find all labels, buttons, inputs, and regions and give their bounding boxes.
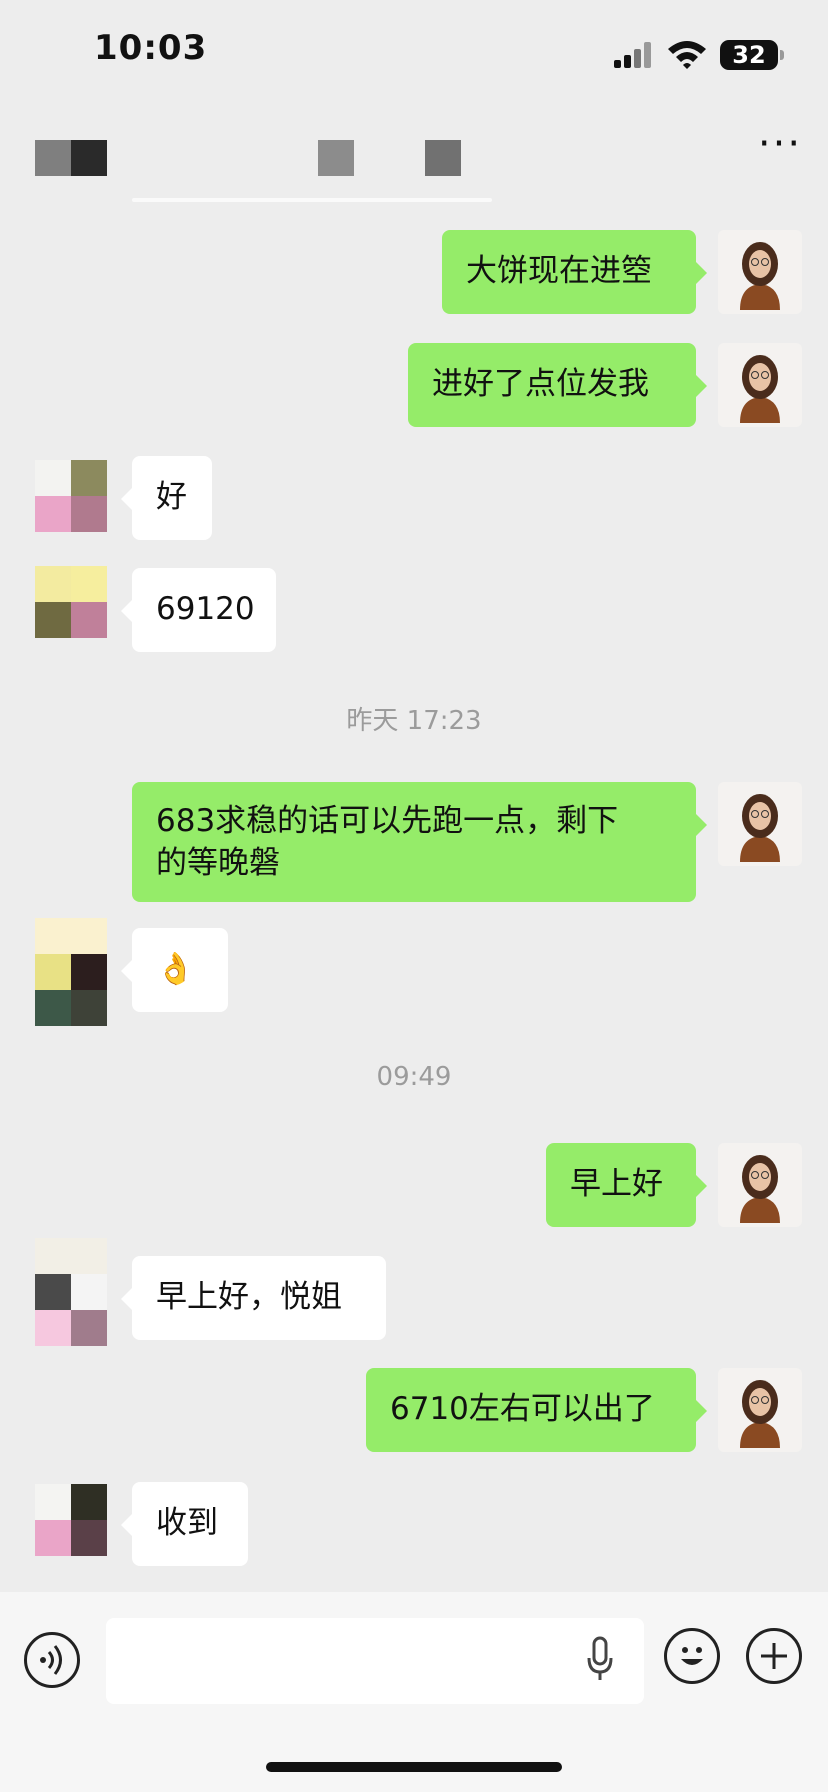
contact-message-bubble[interactable]: 早上好，悦姐 [121,1256,386,1340]
contact-avatar[interactable] [35,1484,107,1556]
more-actions-button[interactable] [746,1628,802,1684]
my-message-bubble[interactable]: 早上好 [546,1143,707,1227]
emoji-button[interactable] [664,1628,720,1684]
status-time: 10:03 [94,28,208,68]
home-indicator[interactable] [266,1762,562,1772]
timestamp: 昨天 17:23 [346,706,482,736]
my-message-bubble[interactable]: 683求稳的话可以先跑一点，剩下 的等晚磐 [132,782,707,902]
signal-icon [614,42,654,68]
my-avatar[interactable] [718,782,802,866]
message-input[interactable] [106,1618,644,1704]
battery-indicator: 32 [720,40,784,70]
chat-title-censored[interactable] [35,140,465,180]
my-message-bubble[interactable]: 6710左右可以出了 [366,1368,707,1452]
wifi-icon [668,41,706,69]
my-avatar[interactable] [718,230,802,314]
my-avatar[interactable] [718,1143,802,1227]
my-avatar[interactable] [718,1368,802,1452]
contact-message-bubble[interactable]: 69120 [121,568,276,652]
microphone-icon[interactable] [586,1636,614,1682]
header-divider [132,198,492,202]
contact-avatar[interactable] [35,918,107,1026]
my-avatar[interactable] [718,343,802,427]
contact-message-bubble[interactable]: 👌 [121,928,228,1012]
contact-avatar[interactable] [35,460,107,532]
contact-avatar[interactable] [35,1238,107,1346]
contact-avatar[interactable] [35,566,107,638]
timestamp: 09:49 [376,1062,452,1092]
my-message-bubble[interactable]: 进好了点位发我 [408,343,707,427]
contact-message-bubble[interactable]: 好 [121,456,212,540]
voice-wave-icon [40,1645,62,1675]
smiley-icon [681,1647,703,1665]
my-message-bubble[interactable]: 大饼现在进箜 [442,230,707,314]
more-options-button[interactable]: ··· [756,124,804,170]
plus-icon [761,1643,787,1669]
voice-mode-button[interactable] [24,1632,80,1688]
contact-message-bubble[interactable]: 收到 [121,1482,248,1566]
